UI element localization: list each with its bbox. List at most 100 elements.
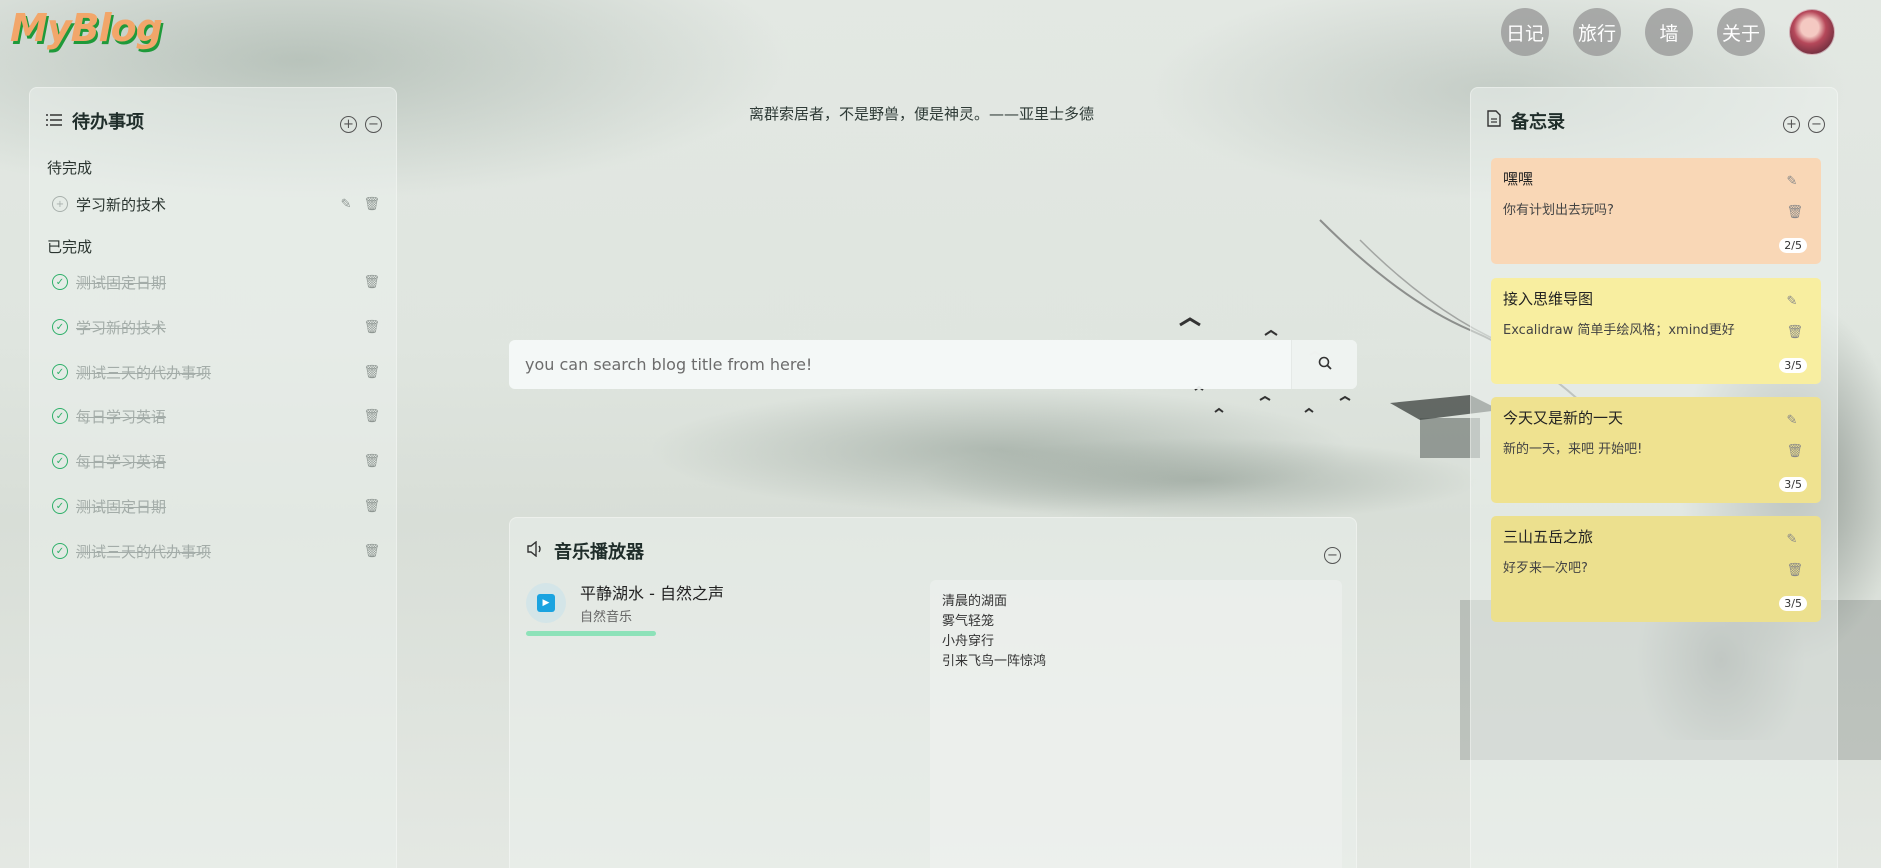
todo-text: 测试固定日期 [76, 273, 167, 292]
edit-icon[interactable]: ✎ [1786, 174, 1803, 189]
done-label: 已完成 [47, 238, 93, 256]
memo-card-title: 接入思维导图 [1503, 290, 1594, 308]
top-nav: 日记 旅行 墙 关于 [1501, 8, 1835, 56]
music-title: 音乐播放器 [526, 538, 644, 564]
trash-icon[interactable]: 🗑 [363, 365, 380, 380]
check-circle-icon[interactable]: ✓ [52, 364, 68, 380]
speaker-icon [526, 540, 544, 562]
todo-text: 测试三天的代办事项 [76, 363, 212, 382]
memo-panel: 备忘录 + − 嘿嘿 你有计划出去玩吗? ✎ 🗑 2/5 接入思维导图 Excal… [1470, 87, 1838, 868]
avatar[interactable] [1789, 9, 1835, 55]
music-title-label: 音乐播放器 [554, 542, 644, 563]
todo-actions: + − [340, 116, 382, 133]
check-circle-icon[interactable]: ✓ [52, 453, 68, 469]
trash-icon[interactable]: 🗑 [1786, 325, 1803, 340]
trash-icon[interactable]: 🗑 [363, 275, 380, 290]
edit-icon[interactable]: ✎ [1786, 294, 1803, 309]
todo-item[interactable]: ✓ 每日学习英语 🗑 [52, 403, 382, 429]
trash-icon[interactable]: 🗑 [363, 409, 380, 424]
search-input[interactable] [509, 340, 1291, 389]
memo-card-title: 嘿嘿 [1503, 170, 1534, 188]
memo-card-body: Excalidraw 简单手绘风格；xmind更好 [1503, 323, 1735, 338]
todo-text: 学习新的技术 [76, 195, 167, 214]
track-artist: 自然音乐 [580, 610, 633, 625]
check-circle-icon[interactable]: ✓ [52, 319, 68, 335]
pending-label: 待完成 [47, 159, 93, 177]
music-player-panel: 音乐播放器 − ▶ 平静湖水 - 自然之声 自然音乐 清晨的湖面 雾气轻笼 小舟… [509, 517, 1357, 868]
todo-item[interactable]: ✓ 每日学习英语 🗑 [52, 448, 382, 474]
memo-title: 备忘录 [1487, 108, 1565, 134]
todo-title: 待办事项 [46, 108, 144, 134]
trash-icon[interactable]: 🗑 [1786, 444, 1803, 459]
collapse-music-button[interactable]: − [1324, 547, 1341, 564]
play-icon: ▶ [537, 593, 555, 612]
trash-icon[interactable]: 🗑 [363, 499, 380, 514]
site-logo[interactable]: MyBlog [10, 6, 163, 50]
check-circle-icon[interactable]: ✓ [52, 498, 68, 514]
nav-diary-button[interactable]: 日记 [1501, 8, 1549, 56]
progress-bar[interactable] [526, 631, 656, 636]
trash-icon[interactable]: 🗑 [1786, 205, 1803, 220]
memo-card-title: 三山五岳之旅 [1503, 528, 1594, 546]
trash-icon[interactable]: 🗑 [1786, 563, 1803, 578]
search-icon [1318, 355, 1332, 374]
todo-title-label: 待办事项 [72, 112, 144, 133]
memo-card-body: 好歹来一次吧? [1503, 561, 1588, 576]
todo-item[interactable]: ✓ 测试三天的代办事项 🗑 [52, 359, 382, 385]
collapse-memo-button[interactable]: − [1808, 116, 1825, 133]
track-item[interactable]: ▶ 平静湖水 - 自然之声 自然音乐 [526, 580, 724, 625]
check-circle-icon[interactable]: ✓ [52, 543, 68, 559]
memo-card[interactable]: 今天又是新的一天 新的一天，来吧 开始吧! ✎ 🗑 3/5 [1491, 397, 1821, 503]
lyric-line: 雾气轻笼 [942, 614, 995, 629]
check-circle-icon[interactable]: ✓ [52, 274, 68, 290]
collapse-todo-button[interactable]: − [365, 116, 382, 133]
todo-text: 每日学习英语 [76, 407, 167, 426]
lyric-line: 小舟穿行 [942, 634, 995, 649]
memo-card[interactable]: 接入思维导图 Excalidraw 简单手绘风格；xmind更好 ✎ 🗑 3/5 [1491, 278, 1821, 384]
list-icon [46, 111, 62, 132]
todo-panel: 待办事项 + − 待完成 + 学习新的技术 ✎ 🗑 已完成 ✓ 测试固定日期 🗑 … [29, 87, 397, 868]
todo-item[interactable]: ✓ 测试固定日期 🗑 [52, 493, 382, 519]
trash-icon[interactable]: 🗑 [363, 320, 380, 335]
memo-card-count: 3/5 [1779, 358, 1807, 373]
memo-card[interactable]: 嘿嘿 你有计划出去玩吗? ✎ 🗑 2/5 [1491, 158, 1821, 264]
nav-about-button[interactable]: 关于 [1717, 8, 1765, 56]
memo-title-label: 备忘录 [1511, 112, 1565, 133]
play-button[interactable]: ▶ [526, 582, 566, 623]
track-name: 平静湖水 - 自然之声 [580, 584, 724, 603]
trash-icon[interactable]: 🗑 [363, 544, 380, 559]
todo-item[interactable]: + 学习新的技术 ✎ 🗑 [52, 191, 382, 217]
todo-item[interactable]: ✓ 测试三天的代办事项 🗑 [52, 538, 382, 564]
memo-card-title: 今天又是新的一天 [1503, 409, 1624, 427]
add-todo-button[interactable]: + [340, 116, 357, 133]
pending-circle-icon[interactable]: + [52, 196, 68, 212]
memo-card-count: 3/5 [1779, 596, 1807, 611]
search-bar [509, 340, 1357, 389]
search-button[interactable] [1291, 340, 1357, 389]
memo-card-body: 你有计划出去玩吗? [1503, 203, 1614, 218]
todo-text: 学习新的技术 [76, 318, 167, 337]
memo-card[interactable]: 三山五岳之旅 好歹来一次吧? ✎ 🗑 3/5 [1491, 516, 1821, 622]
todo-text: 每日学习英语 [76, 452, 167, 471]
memo-card-count: 3/5 [1779, 477, 1807, 492]
edit-icon[interactable]: ✎ [1786, 413, 1803, 428]
edit-icon[interactable]: ✎ [341, 197, 352, 212]
todo-item[interactable]: ✓ 学习新的技术 🗑 [52, 314, 382, 340]
todo-text: 测试固定日期 [76, 497, 167, 516]
edit-icon[interactable]: ✎ [1786, 532, 1803, 547]
document-icon [1487, 110, 1501, 132]
daily-quote: 离群索居者，不是野兽，便是神灵。——亚里士多德 [749, 105, 1095, 123]
add-memo-button[interactable]: + [1783, 116, 1800, 133]
memo-actions: + − [1783, 116, 1825, 133]
lyrics-panel: 清晨的湖面 雾气轻笼 小舟穿行 引来飞鸟一阵惊鸿 [930, 580, 1342, 868]
memo-card-count: 2/5 [1779, 238, 1807, 253]
nav-travel-button[interactable]: 旅行 [1573, 8, 1621, 56]
music-actions: − [1324, 547, 1341, 564]
check-circle-icon[interactable]: ✓ [52, 408, 68, 424]
trash-icon[interactable]: 🗑 [363, 197, 380, 212]
todo-text: 测试三天的代办事项 [76, 542, 212, 561]
nav-wall-button[interactable]: 墙 [1645, 8, 1693, 56]
trash-icon[interactable]: 🗑 [363, 454, 380, 469]
memo-card-body: 新的一天，来吧 开始吧! [1503, 442, 1643, 457]
todo-item[interactable]: ✓ 测试固定日期 🗑 [52, 269, 382, 295]
